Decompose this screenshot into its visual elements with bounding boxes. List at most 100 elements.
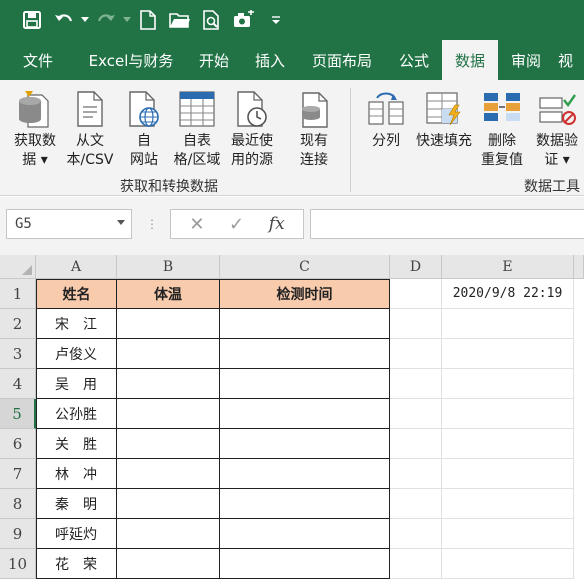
undo-icon[interactable] bbox=[48, 4, 80, 36]
name-cell[interactable]: 林 冲 bbox=[36, 459, 117, 489]
header-check-time[interactable]: 检测时间 bbox=[220, 279, 390, 309]
open-folder-icon[interactable] bbox=[164, 4, 196, 36]
check-time-cell[interactable] bbox=[220, 369, 390, 399]
check-time-cell[interactable] bbox=[220, 519, 390, 549]
empty-cell[interactable] bbox=[390, 429, 442, 459]
name-cell[interactable]: 公孙胜 bbox=[36, 399, 117, 429]
save-icon[interactable] bbox=[16, 4, 48, 36]
empty-cell[interactable] bbox=[442, 459, 574, 489]
tab-view[interactable]: 视 bbox=[554, 40, 584, 80]
temperature-cell[interactable] bbox=[117, 489, 220, 519]
temperature-cell[interactable] bbox=[117, 399, 220, 429]
name-cell[interactable]: 秦 明 bbox=[36, 489, 117, 519]
column-header-a[interactable]: A bbox=[36, 255, 117, 279]
row-header-9[interactable]: 9 bbox=[0, 519, 36, 549]
column-header-d[interactable]: D bbox=[390, 255, 442, 279]
existing-connections-button[interactable]: 现有 连接 bbox=[290, 86, 338, 170]
row-header-4[interactable]: 4 bbox=[0, 369, 36, 399]
temperature-cell[interactable] bbox=[117, 309, 220, 339]
empty-cell[interactable] bbox=[442, 429, 574, 459]
empty-cell[interactable] bbox=[390, 519, 442, 549]
remove-duplicates-button[interactable]: 删除 重复值 bbox=[478, 86, 526, 170]
enter-icon[interactable]: ✓ bbox=[229, 214, 244, 235]
empty-cell[interactable] bbox=[390, 399, 442, 429]
temperature-cell[interactable] bbox=[117, 549, 220, 579]
tab-data[interactable]: 数据 bbox=[442, 40, 498, 80]
temperature-cell[interactable] bbox=[117, 429, 220, 459]
text-to-columns-button[interactable]: 分列 bbox=[364, 86, 408, 151]
name-box-dropdown-icon[interactable] bbox=[117, 220, 125, 225]
recent-sources-button[interactable]: 最近使 用的源 bbox=[226, 86, 278, 170]
tab-file[interactable]: 文件 bbox=[0, 40, 76, 80]
name-cell[interactable]: 宋 江 bbox=[36, 309, 117, 339]
check-time-cell[interactable] bbox=[220, 399, 390, 429]
check-time-cell[interactable] bbox=[220, 429, 390, 459]
check-time-cell[interactable] bbox=[220, 459, 390, 489]
row-header-7[interactable]: 7 bbox=[0, 459, 36, 489]
undo-dropdown-icon[interactable] bbox=[80, 4, 90, 36]
row-header-1[interactable]: 1 bbox=[0, 279, 36, 309]
empty-cell[interactable] bbox=[442, 489, 574, 519]
column-header-b[interactable]: B bbox=[117, 255, 220, 279]
row-header-10[interactable]: 10 bbox=[0, 549, 36, 579]
check-time-cell[interactable] bbox=[220, 489, 390, 519]
empty-cell[interactable] bbox=[390, 459, 442, 489]
name-cell[interactable]: 关 胜 bbox=[36, 429, 117, 459]
temperature-cell[interactable] bbox=[117, 369, 220, 399]
cancel-icon[interactable]: ✕ bbox=[189, 214, 204, 235]
cell-e1[interactable]: 2020/9/8 22:19 bbox=[442, 279, 574, 309]
get-data-button[interactable]: 获取数 据 ▾ bbox=[6, 86, 64, 170]
name-cell[interactable]: 卢俊义 bbox=[36, 339, 117, 369]
temperature-cell[interactable] bbox=[117, 339, 220, 369]
print-preview-icon[interactable] bbox=[196, 4, 228, 36]
new-file-icon[interactable] bbox=[132, 4, 164, 36]
tab-excel-finance[interactable]: Excel与财务 bbox=[76, 40, 186, 80]
check-time-cell[interactable] bbox=[220, 549, 390, 579]
header-name[interactable]: 姓名 bbox=[36, 279, 117, 309]
empty-cell[interactable] bbox=[442, 339, 574, 369]
cell-d1[interactable] bbox=[390, 279, 442, 309]
name-cell[interactable]: 呼延灼 bbox=[36, 519, 117, 549]
from-web-button[interactable]: 自 网站 bbox=[122, 86, 166, 170]
empty-cell[interactable] bbox=[390, 369, 442, 399]
header-temperature[interactable]: 体温 bbox=[117, 279, 220, 309]
tab-review[interactable]: 审阅 bbox=[498, 40, 554, 80]
check-time-cell[interactable] bbox=[220, 339, 390, 369]
check-time-cell[interactable] bbox=[220, 309, 390, 339]
empty-cell[interactable] bbox=[390, 549, 442, 579]
flash-fill-button[interactable]: 快速填充 bbox=[414, 86, 474, 151]
tab-formulas[interactable]: 公式 bbox=[386, 40, 442, 80]
select-all-corner[interactable] bbox=[0, 255, 36, 279]
formula-bar-resize-handle[interactable]: ⋮ bbox=[146, 217, 158, 231]
name-cell[interactable]: 花 荣 bbox=[36, 549, 117, 579]
redo-dropdown-icon[interactable] bbox=[122, 4, 132, 36]
row-header-8[interactable]: 8 bbox=[0, 489, 36, 519]
empty-cell[interactable] bbox=[442, 519, 574, 549]
name-box[interactable]: G5 bbox=[6, 209, 132, 239]
column-header-c[interactable]: C bbox=[220, 255, 390, 279]
tab-page-layout[interactable]: 页面布局 bbox=[298, 40, 386, 80]
temperature-cell[interactable] bbox=[117, 519, 220, 549]
tab-insert[interactable]: 插入 bbox=[242, 40, 298, 80]
camera-icon[interactable] bbox=[228, 4, 260, 36]
name-cell[interactable]: 吴 用 bbox=[36, 369, 117, 399]
row-header-3[interactable]: 3 bbox=[0, 339, 36, 369]
from-text-csv-button[interactable]: 从文 本/CSV bbox=[62, 86, 118, 170]
empty-cell[interactable] bbox=[442, 369, 574, 399]
empty-cell[interactable] bbox=[390, 339, 442, 369]
empty-cell[interactable] bbox=[390, 309, 442, 339]
temperature-cell[interactable] bbox=[117, 459, 220, 489]
tab-home[interactable]: 开始 bbox=[186, 40, 242, 80]
redo-icon[interactable] bbox=[90, 4, 122, 36]
insert-function-icon[interactable]: fx bbox=[269, 214, 285, 234]
formula-input[interactable] bbox=[310, 209, 584, 239]
empty-cell[interactable] bbox=[390, 489, 442, 519]
column-header-f[interactable] bbox=[574, 255, 584, 279]
empty-cell[interactable] bbox=[442, 399, 574, 429]
empty-cell[interactable] bbox=[442, 549, 574, 579]
from-table-range-button[interactable]: 自表 格/区域 bbox=[170, 86, 224, 170]
row-header-2[interactable]: 2 bbox=[0, 309, 36, 339]
row-header-5[interactable]: 5 bbox=[0, 399, 36, 429]
empty-cell[interactable] bbox=[442, 309, 574, 339]
customize-icon[interactable] bbox=[260, 4, 292, 36]
